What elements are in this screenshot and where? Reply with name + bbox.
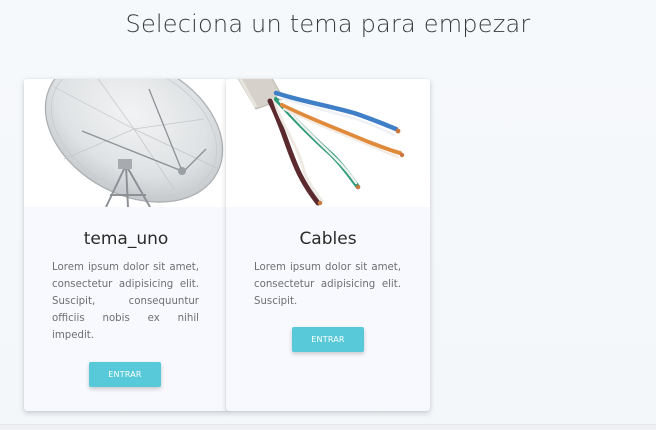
- card-title: Cables: [299, 229, 357, 249]
- card-description: Lorem ipsum dolor sit amet, consectetur …: [52, 262, 199, 341]
- enter-button[interactable]: ENTRAR: [89, 362, 161, 387]
- card-title: tema_uno: [83, 229, 169, 249]
- card-tema-uno: tema_uno Lorem ipsum dolor sit amet, con…: [24, 79, 228, 411]
- satellite-dish-image: [24, 79, 228, 207]
- enter-button[interactable]: ENTRAR: [292, 327, 364, 352]
- bottom-divider: [0, 424, 656, 430]
- network-cable-image: [226, 79, 430, 207]
- page-title: Seleciona un tema para empezar: [125, 10, 531, 38]
- card-description: Lorem ipsum dolor sit amet, consectetur …: [254, 262, 401, 307]
- card-cables: Cables Lorem ipsum dolor sit amet, conse…: [226, 79, 430, 411]
